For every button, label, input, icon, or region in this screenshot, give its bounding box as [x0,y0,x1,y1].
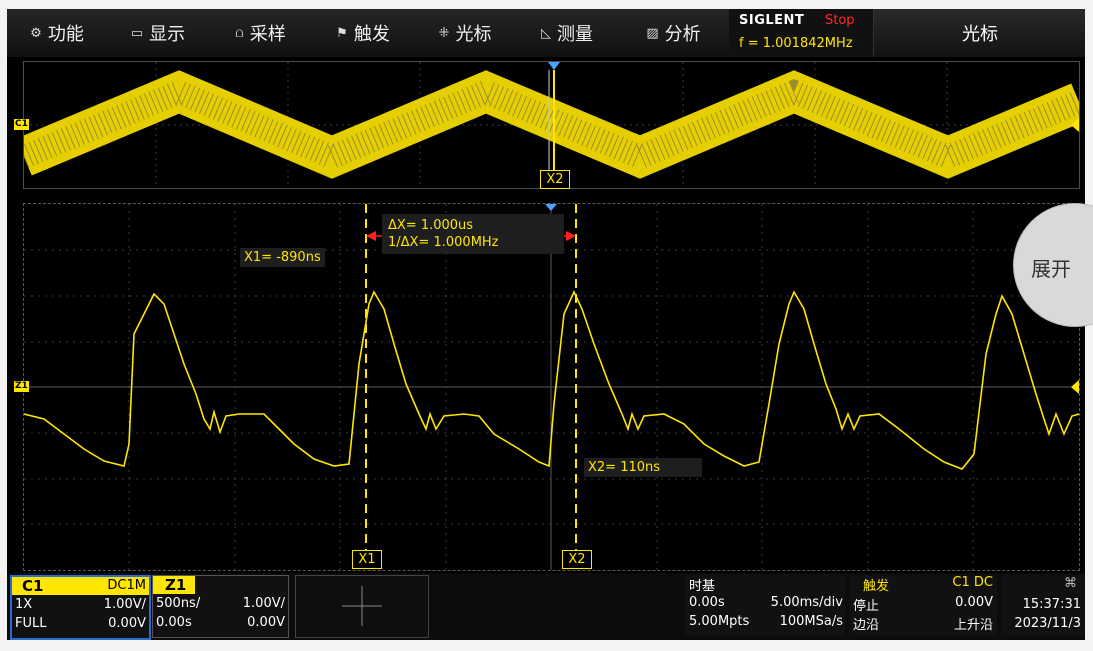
timebase-delay: 0.00s [689,595,725,610]
active-menu-title: 光标 [873,9,1085,57]
zoom-channel-marker: Z1 [14,381,29,392]
trigger-source: C1 DC [952,575,993,590]
menu-bar: ⚙ 功能 ▭ 显示 ⩍ 采样 ⚑ 触发 ⁜ 光标 ◺ 测量 ▨ 分析 SIGLE… [7,9,1085,57]
channel-name: C1 [22,577,44,595]
zoom-trigger-marker [545,204,557,211]
x1-readout: X1= -890ns [240,248,325,267]
cursor-icon: ⁜ [438,25,450,41]
expand-label: 展开 [1031,257,1071,281]
menu-label: 测量 [557,24,593,45]
menu-cursors[interactable]: ⁜ 光标 [414,9,517,57]
timebase-title: 时基 [689,579,716,594]
overview-trigger-marker [548,62,560,70]
clock-time: 15:37:31 [1022,597,1081,612]
run-state: Stop [825,13,855,28]
zoom-level-marker [1071,380,1079,394]
overview-x2-tag: X2 [540,170,570,189]
plus-icon [342,586,382,626]
zoom-offset: 0.00V [247,615,285,630]
zoom-name: Z1 [165,576,187,594]
brand-status: SIGLENT Stop f = 1.001842MHz [729,9,873,57]
zoom-delay: 0.00s [156,615,192,630]
time-per-div: 5.00ms/div [770,595,843,610]
x2-readout: X2= 110ns [584,458,702,477]
menu-label: 分析 [664,24,701,45]
memory-depth: 5.00Mpts [689,614,750,629]
zoom-waveform [24,204,1079,570]
zoom-waveform-panel: Z1 X1= -890ns X2= 110ns ΔX= 1.000us 1/ΔX… [14,203,1080,571]
volts-per-div: 1.00V/ [103,597,146,612]
analysis-icon: ▨ [646,25,659,41]
trigger-state: 停止 [853,599,880,614]
menu-label: 显示 [149,24,186,45]
gear-icon: ⚙ [30,25,42,41]
network-icon: ⌘ [1064,576,1077,591]
probe-ratio: 1X [15,597,33,612]
clock-date: 2023/11/3 [1014,616,1081,631]
add-channel-button[interactable] [295,575,429,638]
delta-readout: ΔX= 1.000us 1/ΔX= 1.000MHz [382,214,564,254]
menu-analysis[interactable]: ▨ 分析 [618,9,730,57]
zoom-info[interactable]: Z1 500ns/ 1.00V/ 0.00s 0.00V [152,575,289,638]
status-bar: C1 DC1M 1X 1.00V/ FULL 0.00V Z1 500ns/ 1… [7,573,1085,640]
inverse-delta-x-value: 1/ΔX= 1.000MHz [388,235,499,250]
trigger-type: 边沿 [853,618,880,633]
channel-1-info[interactable]: C1 DC1M 1X 1.00V/ FULL 0.00V [10,575,151,640]
menu-measure[interactable]: ◺ 测量 [516,9,619,57]
timebase-info[interactable]: 时基 0.00s 5.00ms/div 5.00Mpts 100MSa/s [685,575,845,636]
measure-icon: ◺ [541,25,551,41]
oscilloscope-screen: ⚙ 功能 ▭ 显示 ⩍ 采样 ⚑ 触发 ⁜ 光标 ◺ 测量 ▨ 分析 SIGLE… [7,9,1085,640]
menu-label: 光标 [455,24,492,45]
menu-label: 功能 [47,24,84,45]
trigger-slope: 上升沿 [953,618,993,633]
overview-trace-band [24,70,1079,179]
overview-channel-marker: C1 [14,119,29,130]
x2-cursor-tag[interactable]: X2 [562,550,592,569]
display-icon: ▭ [130,25,144,41]
menu-display[interactable]: ▭ 显示 [107,9,210,57]
trigger-title: 触发 [863,579,890,594]
menu-label: 触发 [353,24,390,45]
overview-waveform-panel: C1 X2 [14,61,1080,189]
trigger-info[interactable]: 触发 C1 DC 停止 0.00V 边沿 上升沿 [849,575,997,636]
delta-x-value: ΔX= 1.000us [388,218,474,233]
menu-label: 采样 [249,24,286,45]
channel-coupling: DC1M [107,578,146,593]
trigger-level: 0.00V [955,595,993,610]
zoom-time-per-div: 500ns/ [156,596,201,611]
flag-icon: ⚑ [336,25,348,41]
menu-utility[interactable]: ⚙ 功能 [7,9,108,57]
bandwidth-limit: FULL [15,616,47,631]
brand-logo: SIGLENT [739,13,805,28]
zoom-volts-per-div: 1.00V/ [242,596,285,611]
menu-acquire[interactable]: ⩍ 采样 [209,9,313,57]
x1-cursor-tag[interactable]: X1 [352,550,382,569]
menu-trigger[interactable]: ⚑ 触发 [312,9,415,57]
frequency-readout: f = 1.001842MHz [739,36,853,51]
clock: ⌘ 15:37:31 2023/11/3 [1001,575,1085,636]
sample-rate: 100MSa/s [779,614,843,629]
acquire-icon: ⩍ [235,25,244,41]
channel-offset: 0.00V [108,616,146,631]
